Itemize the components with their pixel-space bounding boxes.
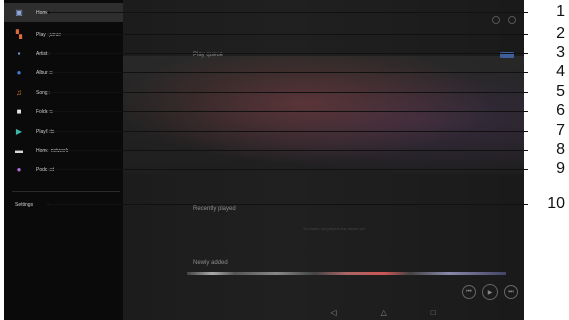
callout-line — [48, 111, 528, 112]
previous-icon: ⏮ — [466, 288, 472, 295]
callout-pointer — [47, 71, 50, 74]
callout-number: 3 — [556, 44, 565, 61]
callout-line — [48, 34, 528, 35]
music-app-screen: Play queue Recently played You have not … — [4, 0, 524, 320]
play-icon: ▶ — [487, 289, 493, 296]
callout-pointer — [47, 203, 50, 206]
recently-played-empty-text: You have not played any music yet — [303, 226, 365, 231]
search-icon[interactable] — [492, 16, 500, 24]
callout-line — [48, 12, 528, 13]
callout-line — [48, 53, 528, 54]
callout-pointer — [47, 130, 50, 133]
recently-played-title: Recently played — [193, 206, 236, 212]
callout-number: 7 — [556, 122, 565, 139]
callout-number: 2 — [556, 25, 565, 42]
main-content: Play queue Recently played You have not … — [123, 0, 524, 320]
newly-added-strip[interactable] — [187, 272, 506, 275]
callout-pointer — [47, 52, 50, 55]
recents-icon[interactable]: □ — [431, 309, 436, 317]
albums-icon: ● — [16, 67, 22, 77]
navigation-drawer: ▣Home▚Play queue▪Artists●Albums♫Songs■Fo… — [4, 0, 123, 320]
callout-line — [48, 92, 528, 93]
callout-number: 6 — [556, 102, 565, 119]
callout-line — [48, 169, 528, 170]
callout-line — [48, 131, 528, 132]
callout-pointer — [47, 110, 50, 113]
callout-number: 8 — [556, 141, 565, 158]
home-icon: ▣ — [15, 7, 23, 17]
callout-pointer — [47, 168, 50, 171]
settings-label: Settings — [15, 201, 34, 208]
next-icon: ⏭ — [508, 288, 514, 295]
callout-pointer — [47, 11, 50, 14]
callout-number: 4 — [556, 63, 565, 80]
play-queue-icon: ▚ — [15, 29, 23, 39]
callout-number: 9 — [556, 160, 565, 177]
home-network-icon: ▬ — [15, 145, 23, 155]
callout-number: 10 — [547, 195, 565, 212]
system-navigation-bar: ◁ △ □ — [242, 306, 524, 320]
newly-added-title: Newly added — [193, 260, 228, 266]
previous-button[interactable]: ⏮ — [462, 285, 476, 299]
callout-pointer — [47, 33, 50, 36]
podcast-icon: ● — [16, 164, 22, 174]
callout-number: 5 — [556, 83, 565, 100]
songs-icon: ♫ — [16, 87, 22, 97]
back-icon[interactable]: ◁ — [330, 309, 336, 317]
artists-icon: ▪ — [17, 48, 21, 58]
play-button[interactable]: ▶ — [482, 284, 498, 300]
more-options-icon[interactable] — [508, 16, 516, 24]
settings-divider — [12, 191, 120, 192]
folders-icon: ■ — [16, 106, 22, 116]
next-button[interactable]: ⏭ — [504, 285, 518, 299]
home-icon[interactable]: △ — [381, 309, 387, 317]
callout-pointer — [47, 91, 50, 94]
callout-number: 1 — [556, 3, 565, 20]
play-queue-artwork[interactable] — [123, 56, 524, 174]
playlists-icon: ▶ — [15, 126, 23, 136]
top-actions — [492, 16, 516, 24]
callout-pointer — [47, 149, 50, 152]
callout-line — [48, 150, 528, 151]
callout-line — [48, 204, 528, 205]
callout-line — [48, 72, 528, 73]
mini-player: ⏮ ▶ ⏭ — [462, 284, 518, 300]
